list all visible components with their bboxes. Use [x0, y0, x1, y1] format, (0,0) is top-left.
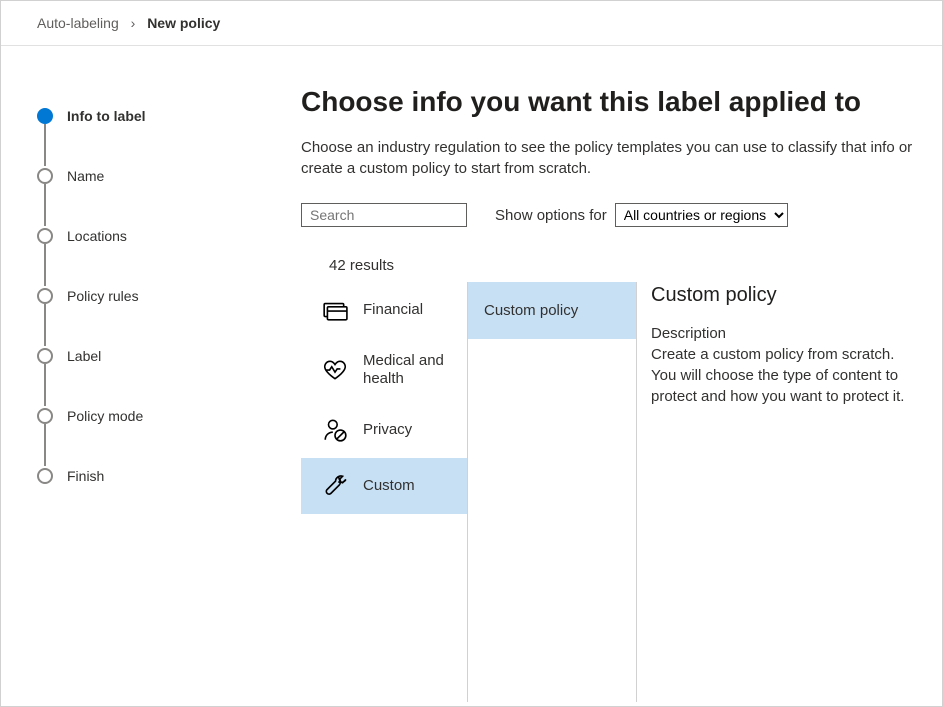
- category-list: Financial Medical and health: [301, 282, 467, 702]
- step-label: Policy rules: [67, 288, 139, 304]
- credit-card-icon: [321, 296, 349, 324]
- step-info-to-label[interactable]: Info to label: [37, 86, 301, 146]
- step-policy-mode[interactable]: Policy mode: [37, 386, 301, 446]
- step-dot-icon: [37, 228, 53, 244]
- step-policy-rules[interactable]: Policy rules: [37, 266, 301, 326]
- step-dot-icon: [37, 348, 53, 364]
- step-label[interactable]: Label: [37, 326, 301, 386]
- category-label: Financial: [363, 301, 423, 319]
- category-label: Medical and health: [363, 352, 457, 388]
- step-label: Name: [67, 168, 104, 184]
- template-detail: Custom policy Description Create a custo…: [637, 282, 914, 702]
- step-connector: [44, 184, 46, 226]
- template-list: Custom policy: [467, 282, 637, 702]
- wizard-steps: Info to label Name Locations Policy rule…: [1, 46, 301, 703]
- step-dot-icon: [37, 408, 53, 424]
- category-privacy[interactable]: Privacy: [301, 402, 467, 458]
- step-connector: [44, 244, 46, 286]
- category-label: Privacy: [363, 421, 412, 439]
- step-label: Finish: [67, 468, 104, 484]
- step-locations[interactable]: Locations: [37, 206, 301, 266]
- category-label: Custom: [363, 477, 415, 495]
- breadcrumb-root[interactable]: Auto-labeling: [37, 15, 119, 31]
- detail-title: Custom policy: [651, 284, 908, 307]
- category-custom[interactable]: Custom: [301, 458, 467, 514]
- breadcrumb: Auto-labeling › New policy: [1, 1, 942, 46]
- person-block-icon: [321, 416, 349, 444]
- heart-pulse-icon: [321, 356, 349, 384]
- step-connector: [44, 124, 46, 166]
- region-select[interactable]: All countries or regions: [615, 203, 788, 227]
- chevron-right-icon: ›: [131, 15, 136, 31]
- step-dot-icon: [37, 468, 53, 484]
- step-name[interactable]: Name: [37, 146, 301, 206]
- step-label: Label: [67, 348, 101, 364]
- wrench-icon: [321, 472, 349, 500]
- detail-desc-label: Description: [651, 325, 908, 342]
- step-dot-icon: [37, 108, 53, 124]
- results-count: 42 results: [301, 245, 914, 282]
- step-connector: [44, 364, 46, 406]
- detail-desc: Create a custom policy from scratch. You…: [651, 344, 908, 407]
- category-financial[interactable]: Financial: [301, 282, 467, 338]
- search-input[interactable]: [301, 203, 467, 227]
- page-subtitle: Choose an industry regulation to see the…: [301, 137, 914, 179]
- step-label: Info to label: [67, 108, 146, 124]
- step-dot-icon: [37, 288, 53, 304]
- page-title: Choose info you want this label applied …: [301, 84, 914, 119]
- step-connector: [44, 304, 46, 346]
- region-label: Show options for: [495, 207, 607, 224]
- template-custom-policy[interactable]: Custom policy: [468, 282, 636, 339]
- category-medical[interactable]: Medical and health: [301, 338, 467, 402]
- breadcrumb-current: New policy: [147, 15, 220, 31]
- step-label: Policy mode: [67, 408, 143, 424]
- step-finish[interactable]: Finish: [37, 446, 301, 506]
- step-connector: [44, 424, 46, 466]
- step-label: Locations: [67, 228, 127, 244]
- step-dot-icon: [37, 168, 53, 184]
